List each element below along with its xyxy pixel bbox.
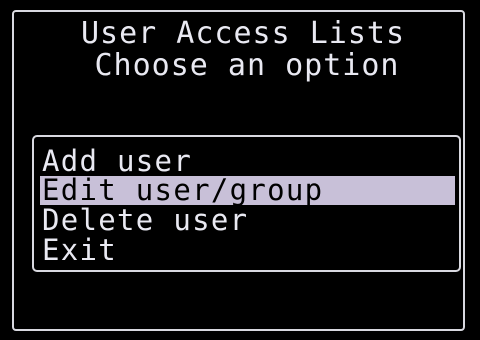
menu-item-edit-user-group[interactable]: Edit user/group	[40, 176, 455, 205]
page-subtitle: Choose an option	[94, 48, 400, 83]
menu-item-add-user[interactable]: Add user	[40, 147, 455, 176]
menu-item-exit[interactable]: Exit	[40, 236, 455, 265]
options-menu: Add user Edit user/group Delete user Exi…	[32, 135, 461, 272]
menu-item-delete-user[interactable]: Delete user	[40, 206, 455, 235]
terminal-screen: User Access Lists Choose an option Add u…	[0, 0, 480, 340]
page-title: User Access Lists	[80, 16, 406, 51]
